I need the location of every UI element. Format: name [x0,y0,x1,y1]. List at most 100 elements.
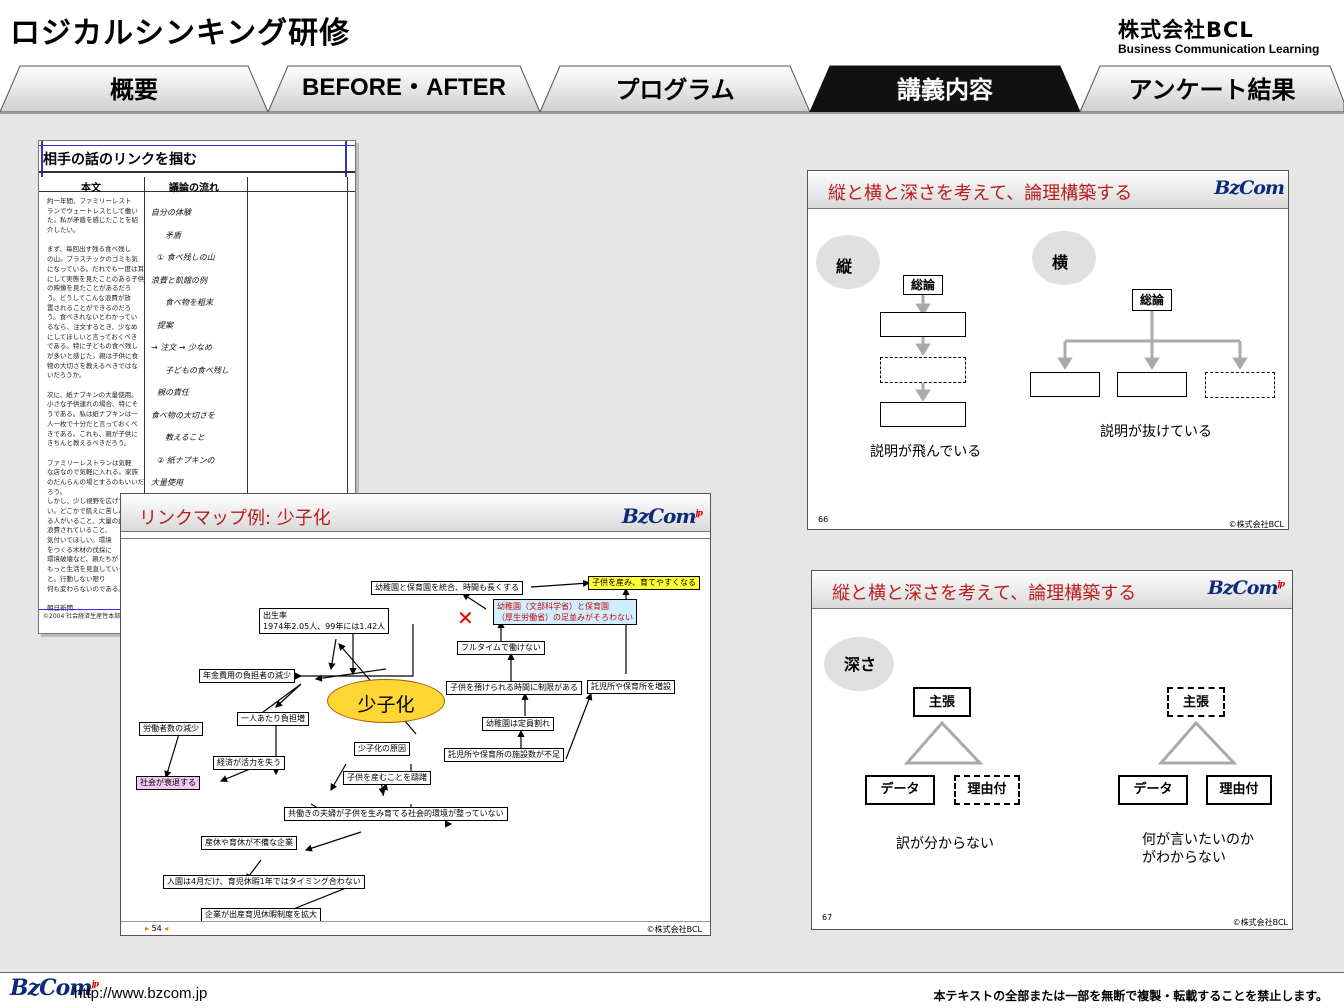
doc-title-frame [39,145,355,173]
page-title: ロジカルシンキング研修 [10,16,351,51]
doc-col-body: 本文 [81,183,101,194]
node-mext: 幼稚園（文部科学省）と保育園 [497,602,609,611]
tab-before-after[interactable]: BEFORE・AFTER [288,70,520,106]
caption-tate: 説明が飛んでいる [870,444,982,460]
doc-body-line: の映像を見たことがあるだろ [47,284,132,293]
node-birthrate-2: 1974年2.05人、99年には1.42人 [263,622,386,631]
box-shucho-1: 主張 [913,687,971,717]
node-expand: 託児所や保育所を増設 [587,680,675,694]
footer-notice: 本テキストの全部または一部を無断で複製・転載することを禁止します。 [933,989,1328,1003]
box-tate-1 [880,312,966,337]
doc-body-line [47,381,143,391]
doc-body-line: である。特に子どもの食べ残し [47,342,138,351]
slide-copyright: ©株式会社BCL [1232,918,1288,927]
box-riyu-2: 理由付 [1206,775,1272,805]
back-icon: ◂ [161,924,169,933]
doc-body-line: 介したい。 [47,226,80,235]
tab-overview[interactable]: 概要 [20,72,248,108]
company-name: 株式会社BCL [1118,18,1254,42]
tab-lecture-content[interactable]: 講義内容 [830,72,1060,108]
doc-body-line: の山。プラスチックのゴミも気 [47,255,138,264]
tree-arrows [915,295,1248,402]
node-entry: 入園は4月だけ、育児休暇1年ではタイミング合わない [163,875,365,889]
doc-flow-line: → 注文 → 少なめ [151,343,213,352]
doc-body-line: うである。私は紙ナプキンは一 [47,410,138,419]
node-economy: 経済が活力を失う [213,756,285,770]
doc-body-line: う。どうしてこんな浪費が放 [47,293,131,302]
cross-icon: ✕ [457,606,474,630]
node-full: 幼稚園は定員割れ [482,717,554,731]
node-env: 共働きの夫婦が子供を生み育てる社会的環境が整っていない [284,807,508,821]
node-mhlw: （厚生労働省）の足並みがそろわない [497,613,633,622]
doc-body-line: になっている。だれでも一度は耳 [47,264,144,273]
node-cause: 少子化の原因 [354,742,410,756]
box-tate-2-missing [880,357,966,383]
doc-body-line: にして実態を見たことのある子供 [47,274,145,283]
slide-link-map: リンクマップ例: 少子化 BzComjp 子供を産み、育てやすくなる 幼稚園と保… [120,493,711,936]
box-riyu-1: 理由付 [954,775,1020,805]
tab-survey-results[interactable]: アンケート結果 [1100,72,1324,108]
box-soron-tate: 総論 [903,275,943,295]
node-kids: 子供を産み、育てやすくなる [588,576,700,590]
slide-page-number: 66 [818,515,829,524]
doc-flow-line: ② 紙ナプキンの [157,455,215,465]
doc-flow-line: 親の責任 [157,388,189,397]
box-shucho-2: 主張 [1167,687,1225,717]
box-data-1: データ [865,775,935,805]
node-fulltime: フルタイムで働けない [457,641,545,655]
box-data-2: データ [1118,775,1188,805]
doc-body-line: 約一年間、ファミリーレスト [47,197,132,205]
node-birthrate-1: 出生率 [263,611,287,620]
triangle-diagrams [903,720,1238,765]
doc-flow-line: 子どもの食べ残し [165,365,229,375]
box-soron-yoko: 総論 [1132,289,1172,311]
slide-page-value: 54 [151,924,162,933]
doc-flow-line: 食べ物の大切さを [151,410,215,420]
node-workers: 労働者数の減少 [139,722,203,736]
node-birthrate: 出生率 1974年2.05人、99年には1.42人 [259,608,390,634]
caption-yoko: 説明が抜けている [1100,424,1212,440]
footer-url-link[interactable]: http://www.bzcom.jp [74,985,207,1002]
slide-copyright: ©株式会社BCL [1228,520,1284,529]
node-pension: 年金費用の負担者の減少 [199,669,295,683]
slide-copyright: ©株式会社BCL [646,925,702,934]
doc-col-flow: 議論の流れ [169,183,219,194]
doc-body-line: 次に、紙ナプキンの大量使用。 [47,390,138,399]
node-company: 産休や育休が不備な企業 [201,836,297,850]
page-footer: BzComjp http://www.bzcom.jp 本テキストの全部または一… [0,972,1344,1008]
doc-body-line: きである。これも、親が子供に [47,429,138,438]
doc-body-line: のだんらんの場とするのもいいだ [47,477,145,486]
caption-fukasa-1: 訳が分からない [896,836,994,852]
doc-body-line: な店なので気軽に入れる。家族 [47,468,138,477]
node-society: 社会が衰退する [136,776,200,790]
doc-footer: ©2004 社会経済生産性本部 [43,613,121,620]
node-leave: 企業が出産育児休暇制度を拡大 [201,908,321,922]
doc-body-line: るなら、注文するとき、少なめ [47,322,138,331]
doc-flow-line: 浪費と飢餓の例 [151,275,207,285]
doc-flow-line: 教えること [165,433,205,442]
doc-body-line: 物の大切さを教えるべきではな [47,361,138,370]
doc-body-line: 人一枚で十分だと言っておくべ [47,419,138,428]
doc-flow-line: 提案 [157,320,173,330]
box-yoko-3-missing [1205,372,1275,398]
node-limit: 子供を預けられる時間に制限がある [446,681,582,695]
slide-page-number: ▸ 54 ◂ [145,924,168,933]
node-burden: 一人あたり負担増 [237,712,309,726]
box-yoko-1 [1030,372,1100,397]
caption-fukasa-2b: がわからない [1142,850,1226,866]
node-hesitate: 子供を産むことを躊躇 [343,771,431,785]
doc-body-line: ファミリーレストランは気軽 [47,458,132,467]
slide-page-number: 67 [822,913,833,922]
doc-rule [39,171,355,173]
doc-body-line: 置されることができるのだろ [47,303,131,312]
doc-flow-line: 食べ物を粗末 [165,298,213,307]
node-ministries: 幼稚園（文部科学省）と保育園 （厚生労働省）の足並みがそろわない [493,599,637,625]
doc-flow-line: ① 食べ残しの山 [157,253,215,262]
doc-body-line: まず、毎回出す残る食べ残し [47,245,132,254]
slide-footer-rule [121,921,710,922]
tab-program[interactable]: プログラム [560,72,790,108]
doc-flow-line: 自分の体験 [151,208,191,217]
doc-body-line: 小さな子供連れの場合、特にそ [47,400,138,409]
node-center: 少子化 [357,694,415,716]
doc-body-line: が多いと感じた。親は子供に食 [47,352,138,360]
